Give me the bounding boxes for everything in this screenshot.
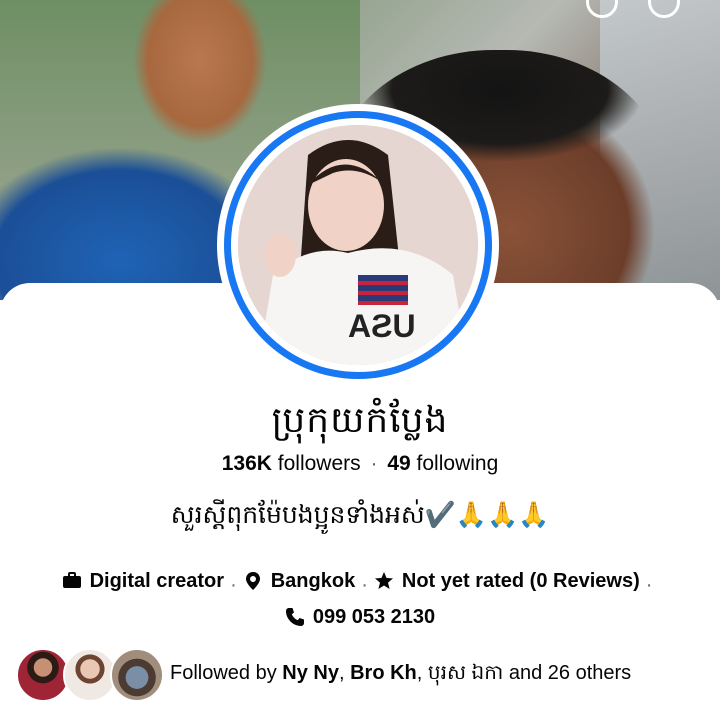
avatar <box>110 648 164 702</box>
phone-icon <box>285 608 304 626</box>
story-ring: AƧU <box>224 111 492 379</box>
profile-name: ប្រុកុយកំប្លែង <box>271 400 449 441</box>
following-count: 49 <box>387 452 411 475</box>
mutual-avatars <box>16 646 164 702</box>
mutual-friend-name[interactable]: Ny Ny <box>282 662 339 684</box>
rating-text: Not yet rated (0 Reviews) <box>401 570 640 592</box>
stats-separator: · <box>370 452 378 475</box>
follow-stats: 136K followers · 49 following <box>0 452 720 476</box>
phone-text: 099 053 2130 <box>312 606 436 628</box>
profile-photo: AƧU <box>238 125 478 365</box>
avatar <box>16 648 70 702</box>
search-icon[interactable] <box>586 0 618 18</box>
star-icon <box>374 572 393 589</box>
profile-bio: សួរស្តីពុកម៉ែបងប្អូនទាំងអស់✔️🙏🙏🙏 <box>170 500 550 529</box>
profile-details: Digital creator · Bangkok · Not yet rate… <box>0 565 720 637</box>
more-icon[interactable] <box>648 0 680 18</box>
avatar <box>63 648 117 702</box>
following-label: following <box>416 452 499 475</box>
svg-text:AƧU: AƧU <box>348 308 416 344</box>
followers-count: 136K <box>221 452 272 475</box>
detail-phone[interactable]: 099 053 2130 <box>285 601 435 633</box>
mutual-friend-name[interactable]: Bro Kh <box>350 662 417 684</box>
briefcase-icon <box>62 572 81 588</box>
location-text: Bangkok <box>270 570 356 592</box>
detail-separator: · <box>230 574 237 596</box>
followed-by-suffix: and 26 others <box>508 662 632 684</box>
followers-link[interactable]: 136K followers <box>222 452 361 475</box>
cover-top-icons <box>586 0 680 18</box>
following-link[interactable]: 49 following <box>387 452 498 475</box>
detail-category: Digital creator <box>62 565 224 597</box>
detail-separator: · <box>645 574 653 596</box>
followers-label: followers <box>277 452 361 475</box>
category-text: Digital creator <box>89 570 225 592</box>
mutual-friend-name[interactable]: បុរស ឯកា <box>428 662 503 684</box>
location-pin-icon <box>245 572 260 590</box>
profile-picture[interactable]: AƧU <box>217 104 499 386</box>
detail-separator: · <box>361 574 368 596</box>
followed-by[interactable]: Followed by Ny Ny, Bro Kh, បុរស ឯកា and … <box>16 646 631 702</box>
detail-rating[interactable]: Not yet rated (0 Reviews) <box>374 565 640 597</box>
followed-by-prefix: Followed by <box>170 662 277 684</box>
followed-by-text: Followed by Ny Ny, Bro Kh, បុរស ឯកា and … <box>170 662 632 684</box>
detail-location[interactable]: Bangkok <box>243 565 355 597</box>
